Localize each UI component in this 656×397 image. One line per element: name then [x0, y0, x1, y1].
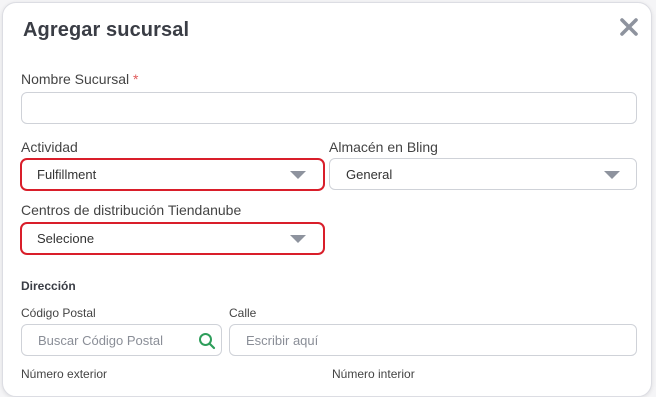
distribution-centers-selected-value: Selecione — [37, 231, 95, 246]
postal-code-placeholder: Buscar Código Postal — [38, 333, 164, 348]
add-branch-modal: Agregar sucursal Nombre Sucursal * Activ… — [2, 2, 652, 397]
search-icon[interactable] — [198, 332, 216, 350]
distribution-centers-label: Centros de distribución Tiendanube — [21, 202, 242, 218]
branch-name-label: Nombre Sucursal * — [21, 71, 139, 87]
warehouse-select[interactable]: General — [329, 158, 637, 190]
required-asterisk: * — [133, 71, 139, 87]
warehouse-label: Almacén en Bling — [329, 139, 438, 155]
chevron-down-icon — [290, 235, 306, 243]
street-placeholder: Escribir aquí — [246, 333, 319, 348]
close-icon[interactable] — [617, 15, 641, 39]
street-label: Calle — [229, 306, 257, 320]
exterior-number-label: Número exterior — [21, 367, 108, 381]
activity-select[interactable]: Fulfillment — [20, 158, 325, 191]
street-input[interactable]: Escribir aquí — [229, 324, 637, 356]
warehouse-selected-value: General — [346, 167, 393, 182]
interior-number-label: Número interior — [332, 367, 415, 381]
modal-title: Agregar sucursal — [23, 19, 190, 41]
activity-label: Actividad — [21, 139, 78, 155]
branch-name-label-text: Nombre Sucursal — [21, 71, 130, 87]
postal-code-label: Código Postal — [21, 306, 96, 320]
branch-name-input[interactable] — [21, 92, 637, 124]
activity-selected-value: Fulfillment — [37, 167, 97, 182]
chevron-down-icon — [604, 171, 620, 179]
address-heading: Dirección — [21, 279, 76, 293]
postal-code-input[interactable]: Buscar Código Postal — [21, 324, 222, 356]
chevron-down-icon — [290, 171, 306, 179]
distribution-centers-select[interactable]: Selecione — [20, 222, 325, 255]
